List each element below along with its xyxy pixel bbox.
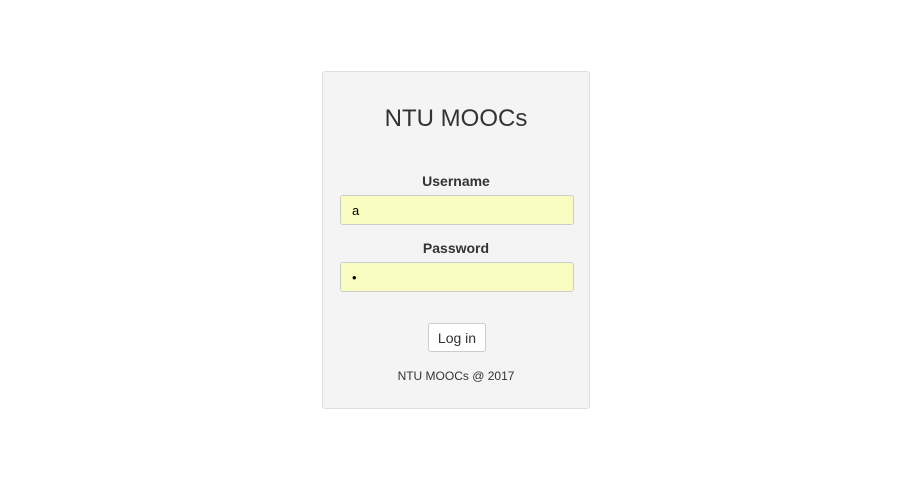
username-label: Username [422, 173, 490, 189]
page-title: NTU MOOCs [384, 105, 528, 132]
login-card: NTU MOOCs Username Password Log in NTU M… [322, 71, 590, 409]
password-label: Password [422, 240, 490, 256]
login-button[interactable]: Log in [428, 323, 486, 352]
password-field[interactable] [340, 262, 574, 292]
username-field[interactable] [340, 195, 574, 225]
footer-copyright: NTU MOOCs @ 2017 [397, 369, 515, 383]
